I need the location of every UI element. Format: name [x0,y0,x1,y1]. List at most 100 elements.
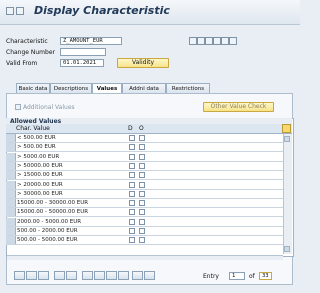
table-row[interactable]: > 5000.00 EUR [6,153,290,162]
char-value: 500.00 - 5000.00 EUR [17,237,78,243]
default-checkbox[interactable] [129,200,135,206]
select-all-icon[interactable] [14,271,25,280]
window-icon[interactable] [6,7,14,15]
window-title: Display Characteristic [34,4,170,17]
entry-field[interactable]: 1 [229,272,245,280]
edit-icon[interactable] [197,37,205,45]
default-checkbox[interactable] [129,144,135,150]
tab-descriptions[interactable]: Descriptions [50,83,92,93]
delete-row-icon[interactable] [66,271,77,280]
default-checkbox[interactable] [129,191,135,197]
default-checkbox[interactable] [129,209,135,215]
last-page-icon[interactable] [118,271,129,280]
row-selector[interactable] [6,199,16,207]
table-row[interactable]: > 500.00 EUR [6,143,290,152]
select-block-icon[interactable] [38,271,49,280]
entry-total: 33 [259,272,272,280]
where-used-icon[interactable] [229,37,237,45]
default-checkbox[interactable] [129,163,135,169]
row-selector[interactable] [6,143,16,151]
table-row[interactable]: > 30000.00 EUR [6,190,290,199]
table-row[interactable]: > 20000.00 EUR [6,181,290,190]
characteristic-field[interactable]: Z_AMOUNT_EUR [60,37,122,45]
table-row[interactable]: 15000.00 - 50000.00 EUR [6,208,290,217]
scroll-down-icon[interactable] [284,246,290,252]
additional-values-label: Additional Values [23,104,75,111]
char-value: 2000.00 - 5000.00 EUR [17,219,82,225]
row-selector[interactable] [6,227,16,235]
table-settings-icon[interactable] [282,124,291,133]
row-selector[interactable] [6,208,16,216]
table-row[interactable]: 500.00 - 5000.00 EUR [6,236,290,245]
row-selector[interactable] [6,153,16,161]
other-checkbox[interactable] [139,163,145,169]
column-char-value: Char. Value [16,125,50,132]
table-row[interactable]: 500.00 - 2000.00 EUR [6,227,290,236]
row-selector[interactable] [6,190,16,198]
change-number-label: Change Number [6,49,55,56]
table-row[interactable]: 15000.00 - 30000.00 EUR [6,199,290,208]
default-checkbox[interactable] [129,154,135,160]
additional-values-checkbox[interactable] [15,104,21,110]
other-checkbox[interactable] [139,228,145,234]
other-checkbox[interactable] [139,200,145,206]
row-selector[interactable] [6,171,16,179]
other-value-check-button[interactable]: Other Value Check [203,102,274,112]
table-row[interactable]: < 500.00 EUR [6,134,290,143]
column-o: O [139,125,144,132]
new-icon[interactable] [205,37,213,45]
tab-restrictions[interactable]: Restrictions [166,83,210,93]
toolbar-icon-1[interactable] [189,37,197,45]
change-number-field[interactable] [60,48,106,56]
tab-addnl-data[interactable]: Addnl data [122,83,166,93]
row-selector[interactable] [6,218,16,226]
other-checkbox[interactable] [139,135,145,141]
validity-button[interactable]: Validity [117,58,169,68]
other-checkbox[interactable] [139,209,145,215]
table-scrollbar[interactable] [283,134,292,254]
table-row[interactable]: > 50000.00 EUR [6,162,290,171]
default-checkbox[interactable] [129,135,135,141]
char-value: 15000.00 - 30000.00 EUR [17,200,89,206]
copy-icon[interactable] [213,37,221,45]
char-value: > 30000.00 EUR [17,191,63,197]
other-checkbox[interactable] [139,182,145,188]
other-checkbox[interactable] [139,154,145,160]
valid-from-label: Valid From [6,60,38,67]
other-checkbox[interactable] [139,191,145,197]
details-icon[interactable] [144,271,155,280]
delete-icon[interactable] [221,37,229,45]
other-checkbox[interactable] [139,144,145,150]
char-value: > 20000.00 EUR [17,182,63,188]
other-checkbox[interactable] [139,172,145,178]
menu-icon[interactable] [16,7,24,15]
char-value: 500.00 - 2000.00 EUR [17,228,78,234]
entry-label: Entry [203,273,219,280]
horizontal-scrollbar[interactable] [7,255,283,260]
valid-from-field[interactable]: 01.01.2021 [60,59,104,67]
find-icon[interactable] [132,271,143,280]
other-checkbox[interactable] [139,219,145,225]
table-row[interactable]: > 15000.00 EUR [6,171,290,180]
default-checkbox[interactable] [129,219,135,225]
char-value: < 500.00 EUR [17,135,56,141]
next-page-icon[interactable] [106,271,117,280]
deselect-all-icon[interactable] [26,271,37,280]
char-value: 15000.00 - 50000.00 EUR [17,209,89,215]
scroll-up-icon[interactable] [284,136,290,142]
tab-basic-data[interactable]: Basic data [16,83,50,93]
row-selector[interactable] [6,134,16,142]
first-page-icon[interactable] [82,271,93,280]
row-selector[interactable] [6,162,16,170]
of-label: of [249,273,255,280]
default-checkbox[interactable] [129,228,135,234]
default-checkbox[interactable] [129,182,135,188]
table-row[interactable]: 2000.00 - 5000.00 EUR [6,218,290,227]
default-checkbox[interactable] [129,172,135,178]
row-selector[interactable] [6,181,16,189]
default-checkbox[interactable] [129,237,135,243]
insert-row-icon[interactable] [54,271,65,280]
other-checkbox[interactable] [139,237,145,243]
row-selector[interactable] [6,236,16,244]
previous-page-icon[interactable] [94,271,105,280]
